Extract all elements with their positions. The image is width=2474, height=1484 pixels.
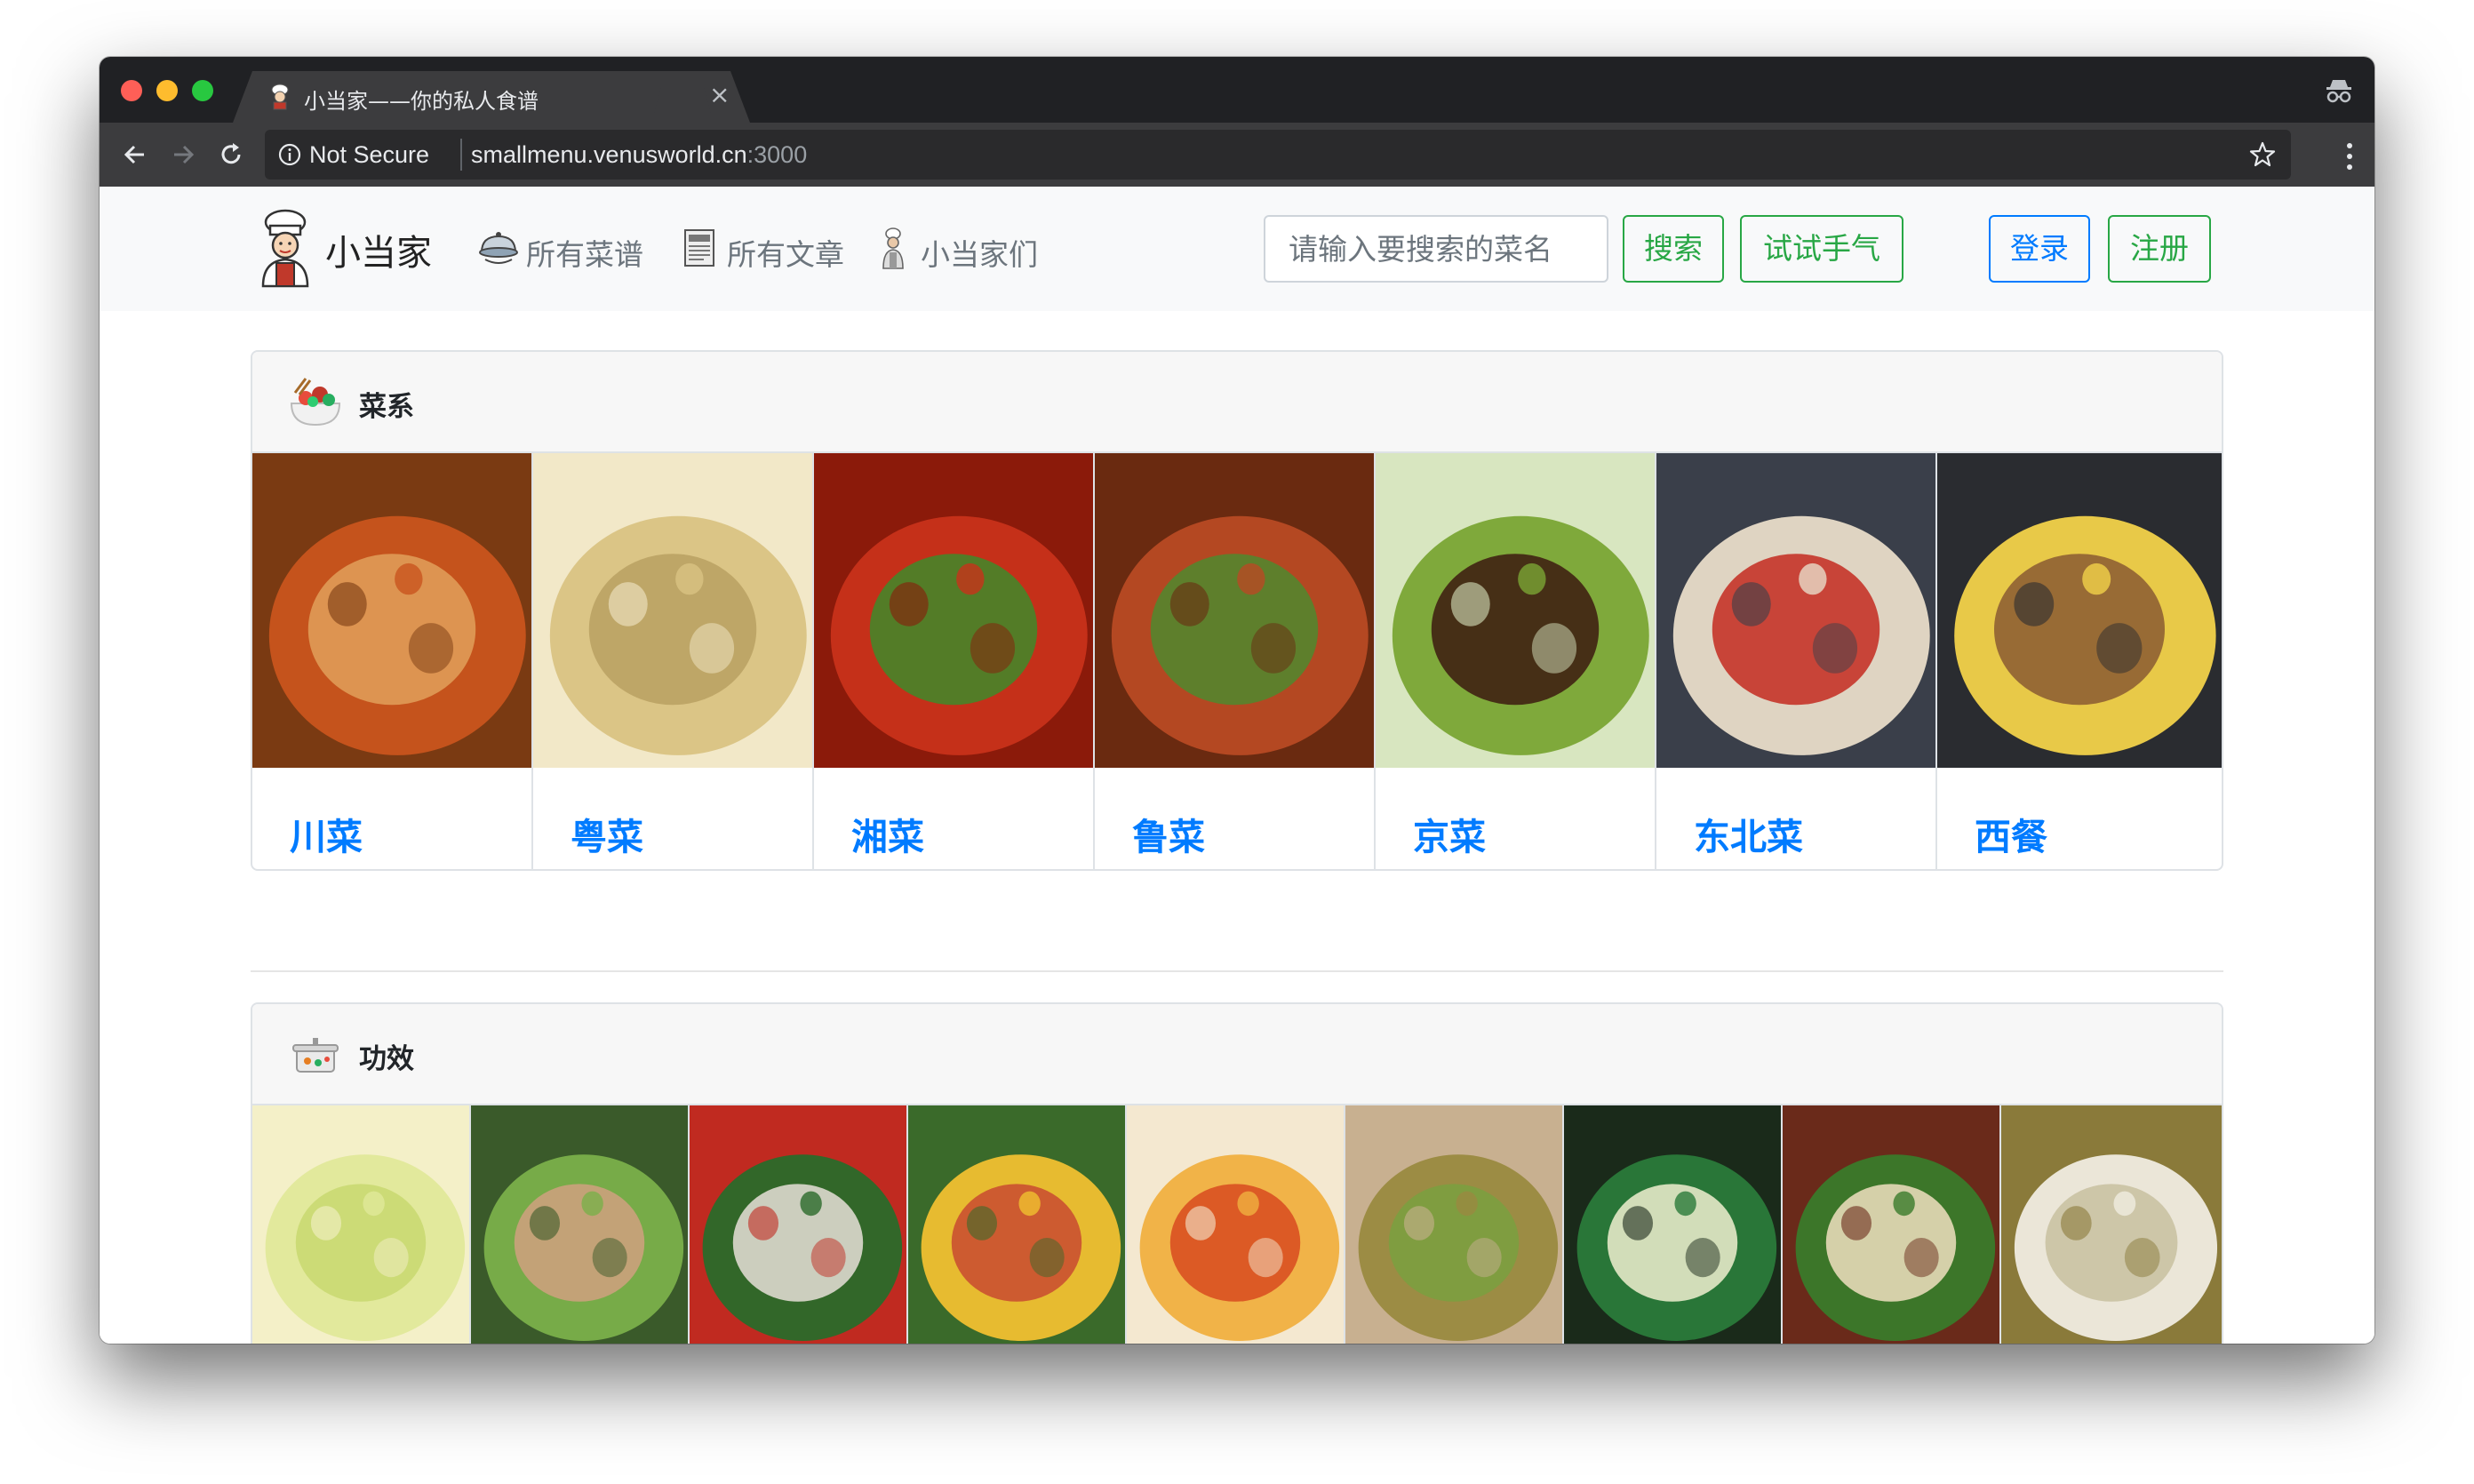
effect-tile[interactable]: 减肥 bbox=[690, 1105, 908, 1344]
dish-photo[interactable] bbox=[2001, 1105, 2222, 1344]
tile-name[interactable]: 鲁菜 bbox=[1132, 807, 1205, 860]
cuisine-tile[interactable]: 湘菜 bbox=[814, 453, 1095, 869]
effect-card-header: 功效 bbox=[252, 1004, 2222, 1105]
menu-icon[interactable] bbox=[2344, 140, 2355, 172]
section-divider bbox=[251, 970, 2223, 972]
dish-photo[interactable] bbox=[252, 1105, 469, 1344]
effect-tile[interactable]: 清肺 bbox=[252, 1105, 471, 1344]
tile-name[interactable]: 京菜 bbox=[1413, 807, 1486, 860]
food-bowl-icon bbox=[290, 378, 341, 427]
chef-favicon-icon bbox=[271, 84, 289, 110]
effect-tile[interactable]: 补钙 bbox=[1783, 1105, 2001, 1344]
cuisine-card-title: 菜系 bbox=[359, 391, 414, 423]
dish-photo[interactable] bbox=[471, 1105, 688, 1344]
site-navbar: 小当家 所有菜谱 所有文章 小当家们 请输入要搜索的菜名 搜索 试试手气 登录 … bbox=[100, 187, 2374, 311]
incognito-icon[interactable] bbox=[2323, 75, 2355, 107]
dish-photo[interactable] bbox=[1656, 453, 1935, 768]
effect-tiles: 清肺护肝减肥养胃丰胸排毒补血补钙提高免疫 bbox=[252, 1105, 2222, 1344]
tile-name[interactable]: 粤菜 bbox=[571, 807, 643, 860]
register-button[interactable]: 注册 bbox=[2108, 215, 2211, 283]
cuisine-tile[interactable]: 粤菜 bbox=[533, 453, 814, 869]
nav-chefs-label: 小当家们 bbox=[921, 237, 1038, 272]
effect-tile[interactable]: 护肝 bbox=[471, 1105, 690, 1344]
search-input[interactable] bbox=[1264, 215, 1608, 283]
dish-photo[interactable] bbox=[690, 1105, 906, 1344]
url-port: :3000 bbox=[746, 141, 808, 168]
cuisine-card-header: 菜系 bbox=[252, 352, 2222, 453]
cuisine-tile[interactable]: 鲁菜 bbox=[1095, 453, 1376, 869]
security-label[interactable]: Not Secure bbox=[309, 141, 429, 169]
effect-tile[interactable]: 丰胸 bbox=[1127, 1105, 1345, 1344]
reload-icon[interactable] bbox=[211, 135, 251, 174]
cuisine-card: 菜系 川菜 粤菜 湘菜 鲁菜 京菜 东北菜 西餐 bbox=[251, 350, 2223, 871]
tile-name[interactable]: 湘菜 bbox=[851, 807, 924, 860]
page-content: 小当家 所有菜谱 所有文章 小当家们 请输入要搜索的菜名 搜索 试试手气 登录 … bbox=[100, 187, 2374, 1344]
dish-photo[interactable] bbox=[533, 453, 812, 768]
login-button[interactable]: 登录 bbox=[1989, 215, 2090, 283]
browser-toolbar: Not Secure smallmenu.venusworld.cn:3000 bbox=[100, 123, 2374, 187]
search-button[interactable]: 搜索 bbox=[1623, 215, 1724, 283]
address-separator bbox=[460, 139, 462, 171]
dish-photo[interactable] bbox=[1127, 1105, 1344, 1344]
cooking-pot-icon bbox=[292, 1038, 339, 1073]
nav-all-recipes-label: 所有菜谱 bbox=[526, 237, 643, 272]
chef-logo-icon bbox=[261, 209, 309, 288]
brand-name: 小当家 bbox=[325, 233, 432, 274]
article-icon bbox=[684, 229, 714, 267]
dish-photo[interactable] bbox=[1937, 453, 2222, 768]
cuisine-tile[interactable]: 东北菜 bbox=[1656, 453, 1937, 869]
dish-photo[interactable] bbox=[814, 453, 1093, 768]
cuisine-tile[interactable]: 川菜 bbox=[252, 453, 533, 869]
nav-all-articles-label: 所有文章 bbox=[727, 237, 844, 272]
cuisine-tiles: 川菜 粤菜 湘菜 鲁菜 京菜 东北菜 西餐 bbox=[252, 453, 2222, 869]
tile-name[interactable]: 东北菜 bbox=[1694, 807, 1803, 860]
tile-name[interactable]: 川菜 bbox=[290, 807, 363, 860]
effect-tile[interactable]: 补血 bbox=[1564, 1105, 1783, 1344]
tile-name[interactable]: 西餐 bbox=[1975, 807, 2047, 860]
maximize-window-button[interactable] bbox=[192, 80, 213, 101]
effect-tile[interactable]: 养胃 bbox=[908, 1105, 1127, 1344]
effect-tile[interactable]: 提高免疫 bbox=[2001, 1105, 2222, 1344]
tab-close-icon[interactable]: × bbox=[709, 80, 730, 109]
dish-photo[interactable] bbox=[908, 1105, 1125, 1344]
url-text[interactable]: smallmenu.venusworld.cn:3000 bbox=[471, 141, 807, 169]
effect-card-title: 功效 bbox=[359, 1043, 414, 1075]
dish-photo[interactable] bbox=[1095, 453, 1374, 768]
close-window-button[interactable] bbox=[121, 80, 142, 101]
browser-window: 小当家——你的私人食谱 × Not Secure smallmenu.venus… bbox=[100, 57, 2374, 1344]
minimize-window-button[interactable] bbox=[156, 80, 178, 101]
chef-icon bbox=[882, 227, 904, 269]
url-host: smallmenu.venusworld.cn bbox=[471, 141, 747, 168]
effect-card: 功效 清肺护肝减肥养胃丰胸排毒补血补钙提高免疫 bbox=[251, 1002, 2223, 1344]
dish-photo[interactable] bbox=[1376, 453, 1655, 768]
address-bar[interactable]: Not Secure smallmenu.venusworld.cn:3000 bbox=[265, 130, 2291, 180]
dish-photo[interactable] bbox=[252, 453, 531, 768]
cuisine-tile[interactable]: 西餐 bbox=[1937, 453, 2222, 869]
star-icon[interactable] bbox=[2247, 139, 2278, 171]
dish-photo[interactable] bbox=[1564, 1105, 1781, 1344]
info-icon[interactable] bbox=[277, 142, 302, 167]
recipe-book-icon bbox=[479, 232, 518, 264]
dish-photo[interactable] bbox=[1345, 1105, 1562, 1344]
tab-strip: 小当家——你的私人食谱 × bbox=[100, 57, 2374, 123]
new-tab-button[interactable] bbox=[654, 87, 711, 114]
forward-icon[interactable] bbox=[164, 135, 203, 174]
lucky-button[interactable]: 试试手气 bbox=[1740, 215, 1903, 283]
cuisine-tile[interactable]: 京菜 bbox=[1376, 453, 1656, 869]
tab-title: 小当家——你的私人食谱 bbox=[304, 89, 539, 114]
effect-tile[interactable]: 排毒 bbox=[1345, 1105, 1564, 1344]
back-icon[interactable] bbox=[116, 135, 155, 174]
dish-photo[interactable] bbox=[1783, 1105, 1999, 1344]
